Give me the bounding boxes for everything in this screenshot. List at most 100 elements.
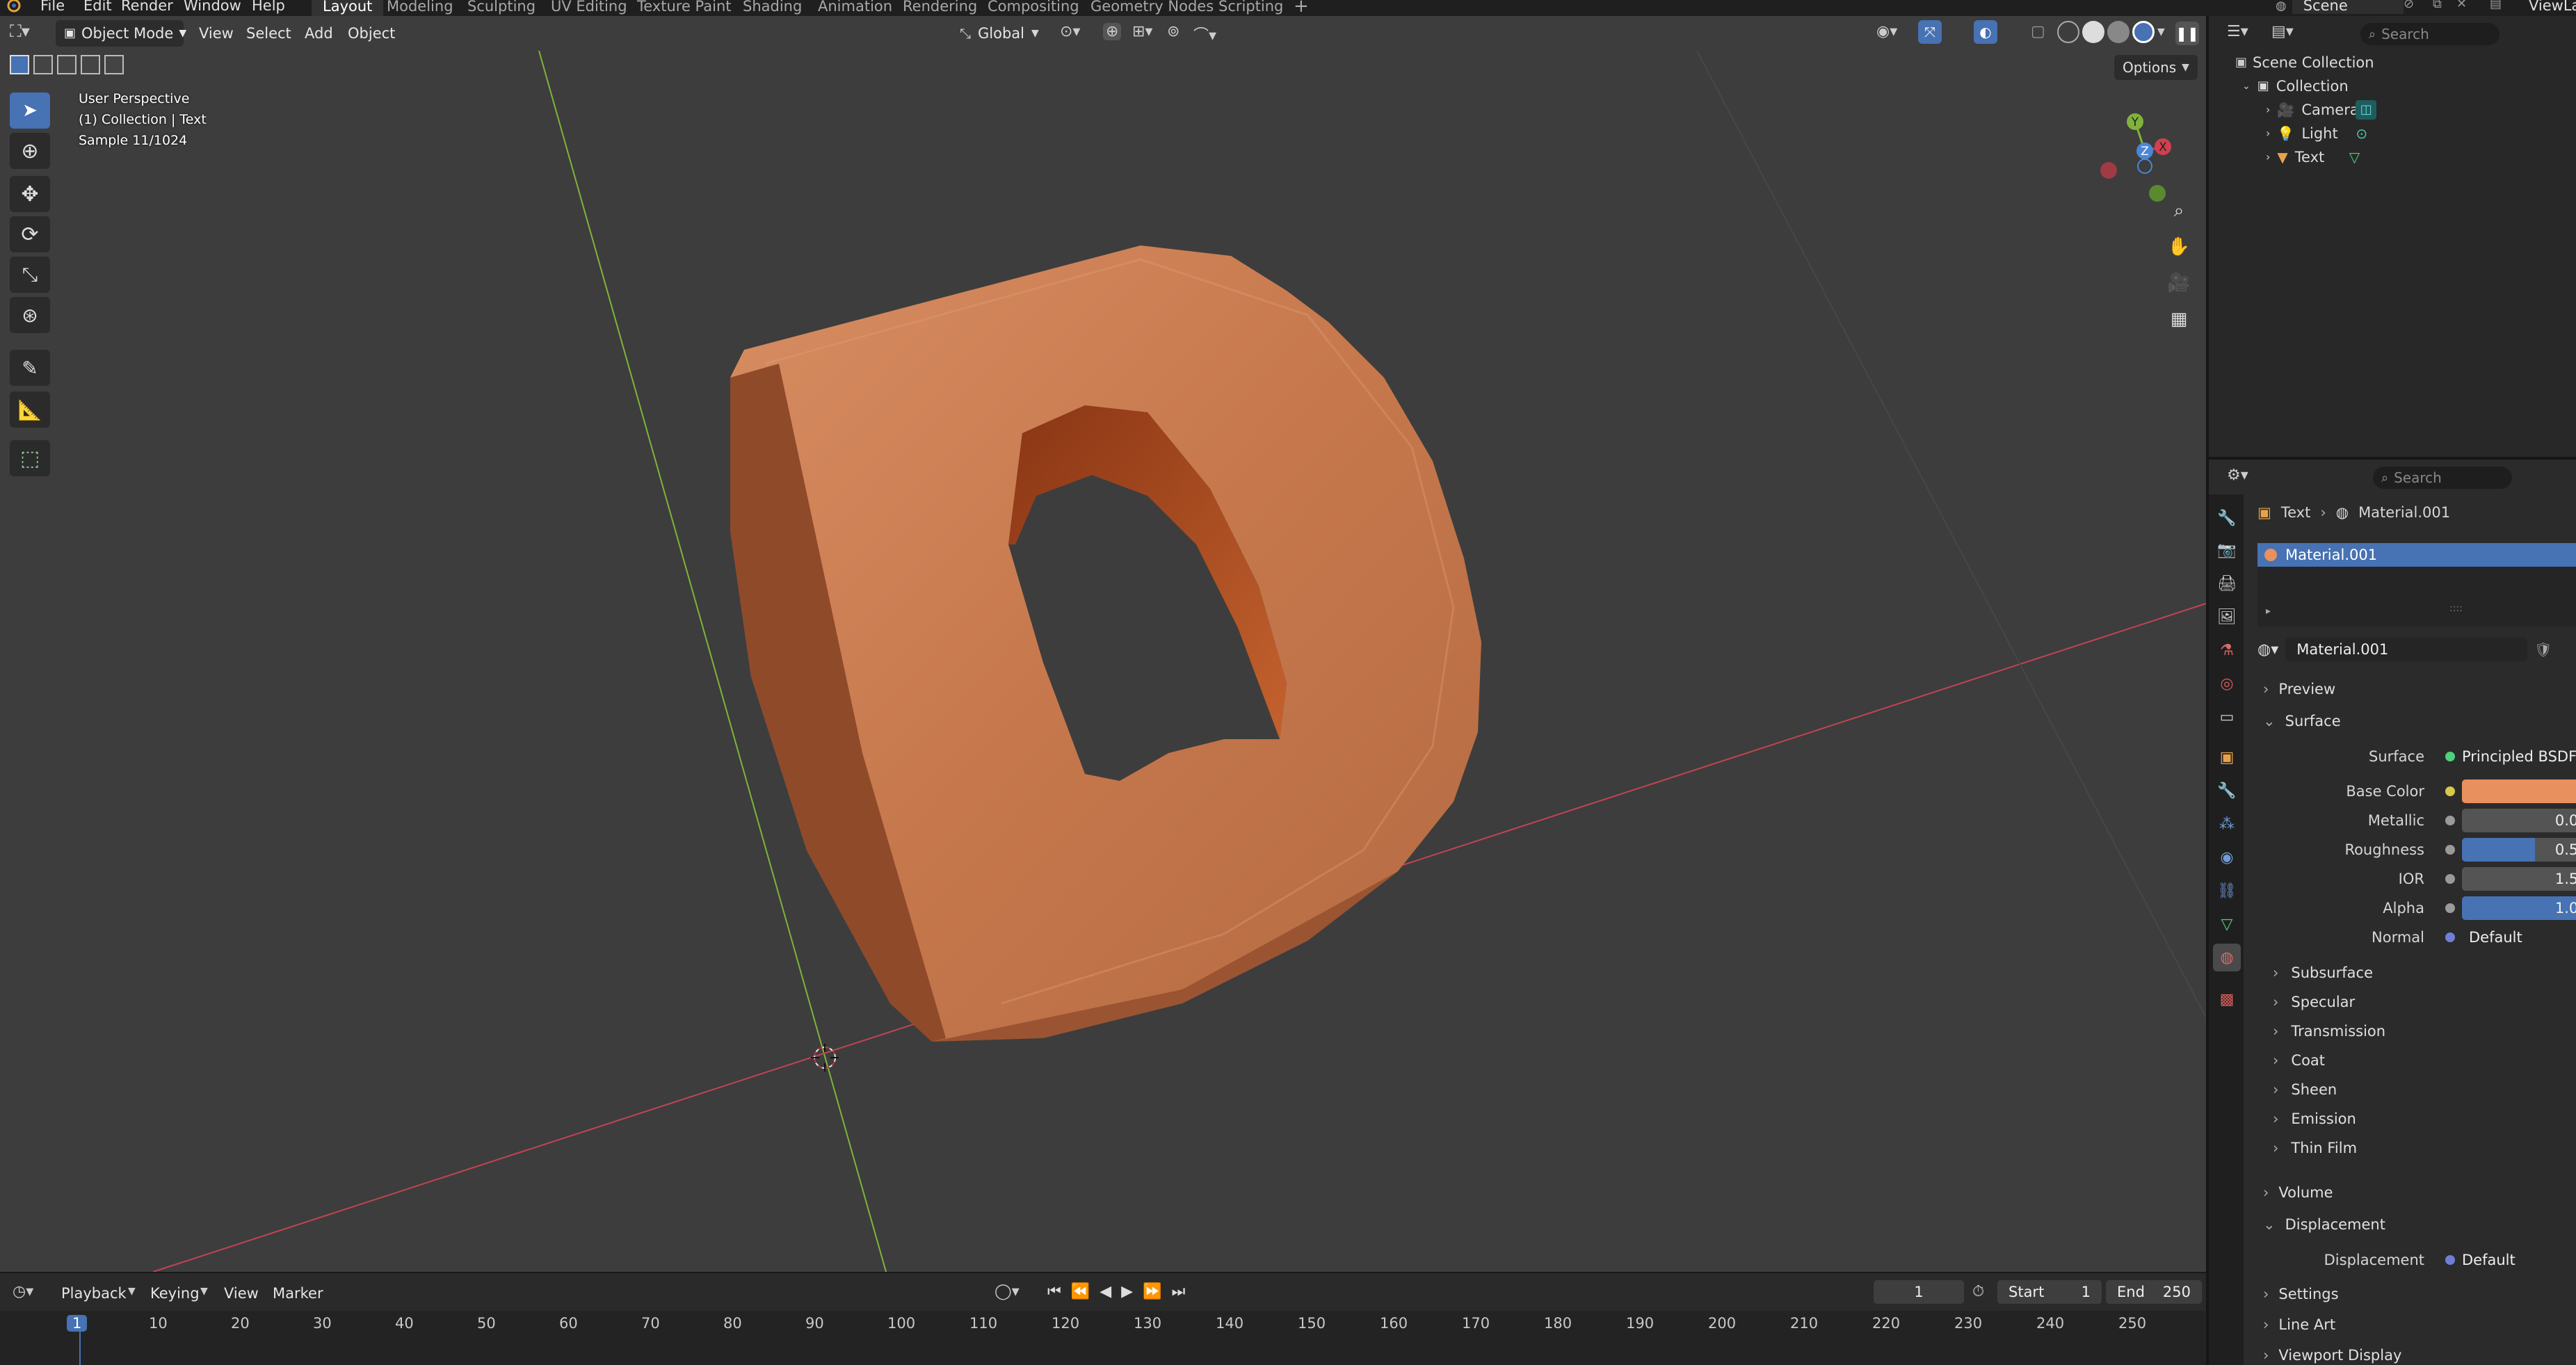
browse-material-icon[interactable]: ◍▾ (2257, 641, 2278, 659)
menu-select[interactable]: Select (246, 20, 291, 47)
select-subtract-icon[interactable] (57, 55, 77, 74)
subpanel-coat[interactable]: › Coat (2273, 1052, 2325, 1069)
jump-end-icon[interactable]: ⏭ (1171, 1283, 1185, 1300)
texture-tab-icon[interactable]: ▩ (2213, 985, 2241, 1013)
menu-playback[interactable]: Playback (61, 1280, 127, 1307)
add-workspace-icon[interactable]: + (1294, 0, 1309, 17)
play-reverse-icon[interactable]: ◀ (1100, 1283, 1111, 1300)
material-shading-icon[interactable] (2107, 21, 2130, 43)
visibility-icon[interactable]: ◉▾ (1876, 23, 1897, 40)
properties-search-input[interactable]: ⌕ Search (2373, 467, 2512, 489)
viewport-scene[interactable] (0, 16, 2206, 1272)
material-slot-item[interactable]: Material.001 (2257, 543, 2576, 567)
camera-view-icon[interactable]: 🎥 (2162, 266, 2196, 300)
menu-view[interactable]: View (224, 1280, 259, 1307)
settings-panel-header[interactable]: › Settings (2263, 1286, 2339, 1302)
editor-type-icon[interactable]: ⛶▾ (10, 22, 30, 41)
data-tab-icon[interactable]: ▽ (2213, 910, 2241, 938)
mesh-data-icon[interactable]: ▽ (2349, 145, 2360, 169)
outliner-row-scene-collection[interactable]: ▣ Scene Collection (2235, 51, 2374, 74)
snap-icon[interactable]: ⊕ (1103, 23, 1122, 40)
rendered-shading-icon[interactable] (2132, 21, 2155, 43)
surface-shader-field[interactable]: Principled BSDF (2455, 745, 2576, 768)
chevron-right-icon[interactable]: › (2266, 98, 2270, 122)
next-keyframe-icon[interactable]: ⏩ (1143, 1283, 1161, 1300)
scene-tab-icon[interactable]: ⚗ (2213, 636, 2241, 664)
volume-panel-header[interactable]: › Volume (2263, 1184, 2333, 1201)
select-box-tool[interactable]: ➤ (10, 92, 50, 129)
modifier-tab-icon[interactable]: 🔧 (2213, 777, 2241, 805)
surface-panel-header[interactable]: ⌄ Surface (2263, 713, 2341, 729)
menu-window[interactable]: Window (184, 0, 241, 14)
subpanel-transmission[interactable]: › Transmission (2273, 1023, 2385, 1040)
properties-editor-icon[interactable]: ⚙▾ (2227, 467, 2248, 484)
particles-tab-icon[interactable]: ⁂ (2213, 810, 2241, 838)
field-value[interactable]: 1.000 (2462, 896, 2576, 920)
xray-icon[interactable]: ▢ (2031, 23, 2045, 40)
solid-shading-icon[interactable] (2082, 21, 2104, 43)
select-invert-icon[interactable] (81, 55, 100, 74)
tab-sculpting[interactable]: Sculpting (456, 0, 547, 16)
constraints-tab-icon[interactable]: ⛓ (2213, 877, 2241, 905)
menu-keying[interactable]: Keying (150, 1280, 200, 1307)
menu-view[interactable]: View (199, 20, 234, 47)
wireframe-shading-icon[interactable] (2057, 21, 2079, 43)
current-frame-field[interactable]: 1 (1874, 1280, 1964, 1304)
rotate-tool[interactable]: ⟳ (10, 216, 50, 252)
select-extend-icon[interactable] (33, 55, 53, 74)
3d-viewport[interactable]: ⛶▾ ▣ Object Mode ▼ View Select Add Objec… (0, 16, 2206, 1272)
add-cube-tool[interactable]: ⬚ (10, 440, 50, 476)
field-value[interactable]: 0.500 (2462, 838, 2576, 862)
move-tool[interactable]: ✥ (10, 176, 50, 212)
transform-orientation-dropdown[interactable]: ⤡ Global ▼ (960, 20, 1039, 47)
prev-keyframe-icon[interactable]: ⏪ (1071, 1283, 1090, 1300)
outliner-search-input[interactable]: ⌕ Search (2360, 23, 2499, 45)
collection-tab-icon[interactable]: ▭ (2213, 703, 2241, 731)
playhead[interactable] (79, 1332, 81, 1365)
annotate-tool[interactable]: ✎ (10, 350, 50, 386)
field-value[interactable] (2462, 780, 2576, 803)
camera-data-icon[interactable]: ◫ (2356, 100, 2377, 120)
tab-texture-paint[interactable]: Texture Paint (626, 0, 743, 16)
view-layer-name[interactable]: ViewLa (2529, 0, 2576, 14)
mode-dropdown[interactable]: ▣ Object Mode ▼ (56, 20, 186, 47)
menu-render[interactable]: Render (121, 0, 173, 14)
start-frame-field[interactable]: Start 1 (1997, 1280, 2102, 1304)
measure-tool[interactable]: 📐 (10, 391, 50, 428)
field-value[interactable]: 1.500 (2462, 867, 2576, 891)
snap-target-icon[interactable]: ⊞▾ (1132, 23, 1152, 40)
chevron-down-icon[interactable]: ▼ (2157, 26, 2165, 38)
chevron-right-icon[interactable]: › (2266, 122, 2270, 145)
tab-scripting[interactable]: Scripting (1207, 0, 1294, 16)
physics-tab-icon[interactable]: ◉ (2213, 843, 2241, 871)
subpanel-subsurface[interactable]: › Subsurface (2273, 964, 2373, 981)
tab-compositing[interactable]: Compositing (976, 0, 1090, 16)
displacement-field[interactable]: Default (2455, 1248, 2576, 1272)
menu-object[interactable]: Object (348, 20, 395, 47)
tab-shading[interactable]: Shading (732, 0, 813, 16)
fake-user-icon[interactable]: 🛡 (2534, 641, 2552, 658)
tool-tab-icon[interactable]: 🔧 (2213, 504, 2241, 532)
object-tab-icon[interactable]: ▣ (2213, 743, 2241, 771)
blender-logo-icon[interactable] (4, 0, 22, 13)
pause-render-icon[interactable]: ❚❚ (2175, 22, 2199, 45)
render-tab-icon[interactable]: 📷 (2213, 536, 2241, 564)
select-new-icon[interactable] (10, 55, 29, 74)
outliner-row-light[interactable]: › 💡 Light ⊙ (2266, 122, 2367, 145)
material-tab-icon[interactable]: ◍ (2213, 944, 2241, 971)
subpanel-emission[interactable]: › Emission (2273, 1110, 2356, 1127)
chevron-down-icon[interactable]: ⌄ (2242, 74, 2251, 98)
proportional-edit-icon[interactable]: ⊚ (1167, 23, 1180, 40)
pan-hand-icon[interactable]: ✋ (2162, 230, 2196, 264)
field-value[interactable]: Default (2462, 926, 2576, 949)
gizmo-toggle-icon[interactable]: ⤧ (1918, 20, 1942, 44)
displacement-panel-header[interactable]: ⌄ Displacement (2263, 1216, 2385, 1233)
stopwatch-icon[interactable]: ⏱ (1972, 1283, 1984, 1300)
world-tab-icon[interactable]: ◎ (2213, 670, 2241, 697)
scale-tool[interactable]: ⤡ (10, 257, 50, 293)
close-scene-icon[interactable]: ✕ (2456, 0, 2467, 11)
subpanel-thin-film[interactable]: › Thin Film (2273, 1140, 2357, 1156)
cursor-tool[interactable]: ⊕ (10, 133, 50, 169)
menu-edit[interactable]: Edit (83, 0, 112, 14)
line-art-panel-header[interactable]: › Line Art (2263, 1316, 2335, 1333)
